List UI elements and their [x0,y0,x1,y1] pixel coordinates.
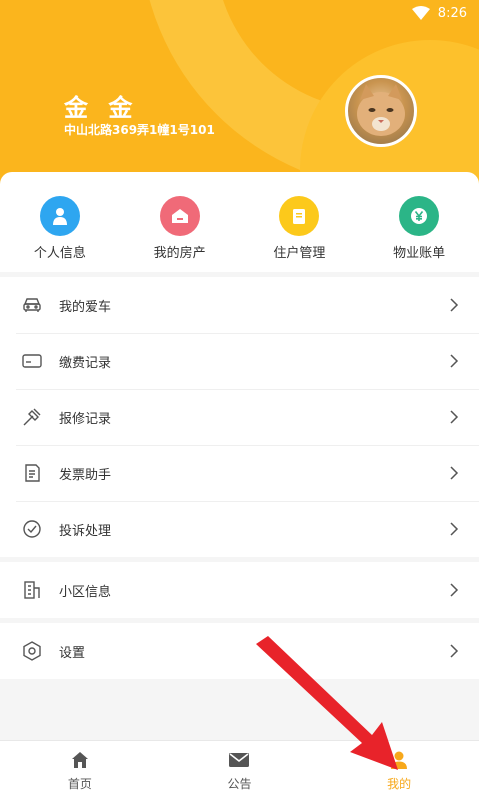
bottom-navigation: 首页 公告 我的 [0,740,479,799]
menu-item-community-info[interactable]: 小区信息 [0,562,479,618]
building-icon [21,579,43,601]
chevron-right-icon [449,410,459,424]
menu-item-payment-records[interactable]: 缴费记录 [0,333,479,389]
quick-action-label: 我的房产 [153,246,206,261]
car-icon [21,294,43,316]
menu-item-label: 投诉处理 [59,523,112,539]
quick-action-label: 个人信息 [33,246,86,261]
nav-label: 公告 [227,776,252,791]
menu-item-label: 我的爱车 [59,299,112,315]
menu-item-label: 报修记录 [59,411,112,427]
quick-action-label: 物业账单 [393,246,446,261]
menu-item-label: 设置 [59,645,86,661]
invoice-icon [21,462,43,484]
complaint-icon [21,518,43,540]
quick-actions: 个人信息 我的房产 住户管理 物业账单 [0,172,479,272]
status-bar: 8:26 [0,0,479,26]
menu-item-label: 小区信息 [59,584,112,600]
nav-item-announcements[interactable]: 公告 [189,749,289,792]
menu-item-label: 发票助手 [59,467,112,483]
quick-action-personal-info[interactable]: 个人信息 [20,196,100,261]
settings-icon [21,640,43,662]
status-time: 8:26 [437,5,467,21]
nav-label: 我的 [387,776,412,791]
quick-action-my-property[interactable]: 我的房产 [140,196,220,261]
menu-item-label: 缴费记录 [59,355,112,371]
chevron-right-icon [449,522,459,536]
menu-item-settings[interactable]: 设置 [0,623,479,679]
menu-group-community: 小区信息 [0,562,479,618]
quick-action-label: 住户管理 [273,246,326,261]
person-icon [39,196,80,236]
nav-item-home[interactable]: 首页 [30,749,130,792]
chevron-right-icon [449,298,459,312]
menu-group-settings: 设置 [0,623,479,679]
user-icon [389,749,409,771]
avatar[interactable] [345,75,417,147]
chevron-right-icon [449,354,459,368]
clipboard-icon [279,196,320,236]
user-name: 金 金 [64,94,139,122]
nav-label: 首页 [67,776,92,791]
yen-icon [399,196,440,236]
house-icon [159,196,200,236]
chevron-right-icon [449,466,459,480]
home-icon [70,749,90,771]
menu-item-repair-records[interactable]: 报修记录 [0,389,479,445]
user-address: 中山北路369弄1幢1号101 [64,123,215,137]
quick-action-property-bill[interactable]: 物业账单 [379,196,459,261]
wifi-icon [411,6,430,20]
card-icon [21,350,43,372]
menu-item-my-car[interactable]: 我的爱车 [0,277,479,333]
menu-item-complaint-handling[interactable]: 投诉处理 [0,501,479,557]
wrench-icon [21,406,43,428]
nav-item-mine[interactable]: 我的 [349,749,449,792]
menu-item-invoice-assistant[interactable]: 发票助手 [0,445,479,501]
mail-icon [228,749,250,771]
chevron-right-icon [449,644,459,658]
cat-avatar-icon [357,84,405,136]
quick-action-resident-management[interactable]: 住户管理 [259,196,339,261]
menu-group-services: 我的爱车 缴费记录 报修记录 发票助手 投诉处理 [0,277,479,557]
chevron-right-icon [449,583,459,597]
